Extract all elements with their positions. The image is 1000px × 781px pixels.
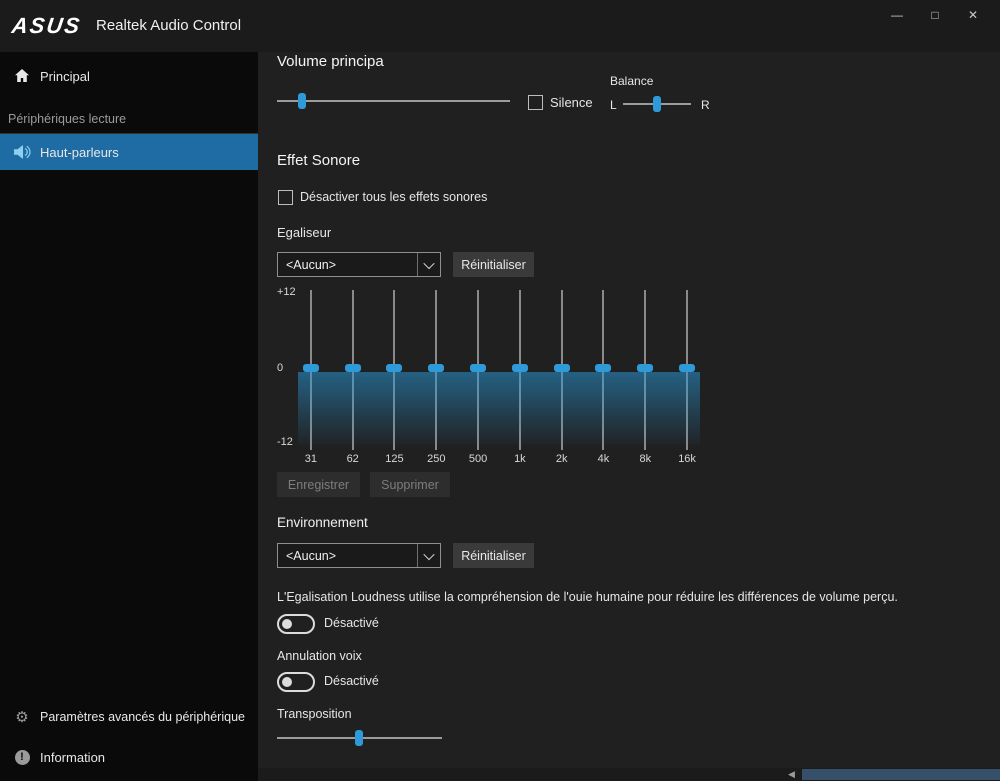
loudness-state-label: Désactivé <box>324 616 379 630</box>
eq-scale-zero: 0 <box>277 362 283 374</box>
volume-slider-track <box>277 100 510 102</box>
equalizer-label: Egaliseur <box>277 225 331 240</box>
eq-slider-thumb[interactable] <box>595 364 611 372</box>
eq-freq-label: 500 <box>469 453 487 465</box>
voice-cancellation-label: Annulation voix <box>277 649 362 663</box>
volume-title: Volume principa <box>277 53 384 70</box>
sidebar-item-label: Haut-parleurs <box>40 145 119 160</box>
silence-checkbox[interactable] <box>528 95 543 110</box>
home-icon <box>13 68 31 84</box>
environment-reset-button[interactable]: Réinitialiser <box>453 543 534 568</box>
balance-right-label: R <box>701 98 710 112</box>
maximize-button[interactable]: □ <box>916 2 954 28</box>
transposition-slider-thumb[interactable] <box>355 730 363 746</box>
loudness-description: L'Egalisation Loudness utilise la compré… <box>277 590 977 604</box>
info-icon: ! <box>13 750 31 765</box>
window-controls: — □ ✕ <box>878 2 992 28</box>
main-content: Volume principa Silence Balance L R Effe… <box>258 52 1000 781</box>
sidebar-item-information[interactable]: ! Information <box>0 739 258 775</box>
balance-label: Balance <box>610 74 653 88</box>
transposition-slider[interactable] <box>277 730 442 746</box>
sidebar-section-label: Périphériques lecture <box>8 112 126 126</box>
close-button[interactable]: ✕ <box>954 2 992 28</box>
voice-cancellation-state-label: Désactivé <box>324 674 379 688</box>
equalizer-reset-button[interactable]: Réinitialiser <box>453 252 534 277</box>
minimize-button[interactable]: — <box>878 2 916 28</box>
eq-gradient-fill <box>298 372 700 445</box>
eq-freq-label: 8k <box>639 453 651 465</box>
sidebar-item-label: Information <box>40 750 105 765</box>
delete-preset-button[interactable]: Supprimer <box>370 472 450 497</box>
equalizer-preset-dropdown[interactable]: <Aucun> <box>277 252 441 277</box>
sidebar-item-advanced-settings[interactable]: ⚙ Paramètres avancés du périphérique <box>0 699 258 735</box>
silence-label: Silence <box>550 95 593 110</box>
environment-label: Environnement <box>277 515 368 530</box>
transposition-label: Transposition <box>277 707 352 721</box>
volume-slider-thumb[interactable] <box>298 93 306 109</box>
eq-slider-thumb[interactable] <box>554 364 570 372</box>
environment-preset-value: <Aucun> <box>278 549 417 563</box>
sidebar-item-haut-parleurs[interactable]: Haut-parleurs <box>0 134 258 170</box>
scrollbar-left-arrow-icon[interactable]: ◀ <box>788 769 795 780</box>
eq-freq-label: 62 <box>347 453 359 465</box>
scrollbar-thumb[interactable] <box>802 769 1000 780</box>
sidebar-item-principal[interactable]: Principal <box>0 58 258 94</box>
voice-cancellation-toggle[interactable] <box>277 672 315 692</box>
eq-slider-thumb[interactable] <box>303 364 319 372</box>
eq-freq-label: 4k <box>598 453 610 465</box>
equalizer-area: 31 62 125 250 500 1k <box>290 290 708 468</box>
loudness-toggle[interactable] <box>277 614 315 634</box>
title-bar: ASUS Realtek Audio Control — □ ✕ <box>0 0 1000 52</box>
eq-freq-label: 250 <box>427 453 445 465</box>
eq-slider-thumb[interactable] <box>470 364 486 372</box>
disable-all-effects-checkbox[interactable] <box>278 190 293 205</box>
horizontal-scrollbar[interactable]: ◀ <box>258 768 1000 781</box>
eq-slider-thumb[interactable] <box>428 364 444 372</box>
eq-freq-label: 31 <box>305 453 317 465</box>
volume-slider[interactable] <box>277 93 510 109</box>
toggle-knob <box>282 677 292 687</box>
balance-slider-thumb[interactable] <box>653 96 661 112</box>
eq-slider-thumb[interactable] <box>386 364 402 372</box>
speaker-icon <box>13 144 31 160</box>
disable-all-effects-label: Désactiver tous les effets sonores <box>300 190 487 204</box>
eq-freq-label: 125 <box>385 453 403 465</box>
balance-slider[interactable] <box>623 96 691 112</box>
eq-slider-thumb[interactable] <box>637 364 653 372</box>
sidebar-item-label: Paramètres avancés du périphérique <box>40 710 245 724</box>
asus-logo: ASUS <box>10 13 83 39</box>
environment-preset-dropdown[interactable]: <Aucun> <box>277 543 441 568</box>
app-title: Realtek Audio Control <box>96 17 241 34</box>
eq-freq-label: 2k <box>556 453 568 465</box>
chevron-down-icon <box>417 544 440 567</box>
eq-slider-thumb[interactable] <box>679 364 695 372</box>
sidebar-item-label: Principal <box>40 69 90 84</box>
eq-slider-thumb[interactable] <box>512 364 528 372</box>
save-preset-button[interactable]: Enregistrer <box>277 472 360 497</box>
equalizer-preset-value: <Aucun> <box>278 258 417 272</box>
chevron-down-icon <box>417 253 440 276</box>
toggle-knob <box>282 619 292 629</box>
sound-effects-title: Effet Sonore <box>277 152 360 169</box>
balance-left-label: L <box>610 98 617 112</box>
eq-slider-thumb[interactable] <box>345 364 361 372</box>
gear-icon: ⚙ <box>13 708 31 726</box>
eq-freq-label: 16k <box>678 453 696 465</box>
eq-freq-label: 1k <box>514 453 526 465</box>
sidebar: Principal Périphériques lecture Haut-par… <box>0 52 258 781</box>
